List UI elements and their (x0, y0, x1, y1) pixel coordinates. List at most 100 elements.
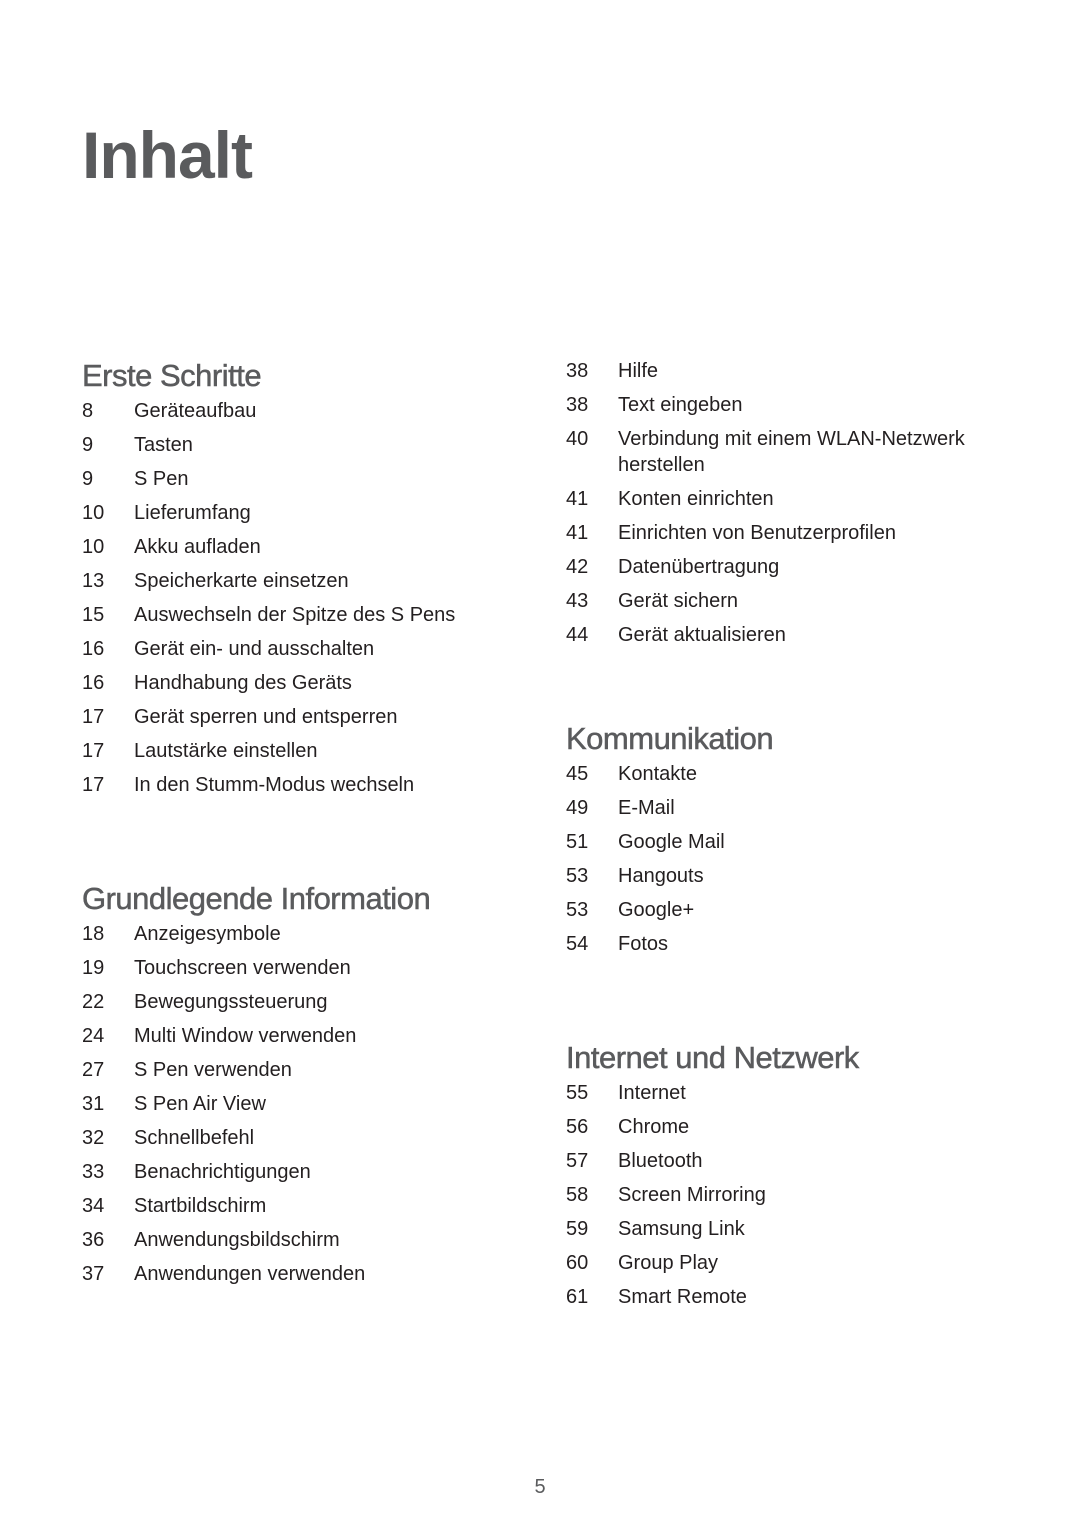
toc-entry-label[interactable]: Hilfe (618, 358, 978, 384)
toc-entry[interactable]: 45 Kontakte (566, 761, 1006, 787)
toc-entry[interactable]: 31 S Pen Air View (82, 1091, 522, 1117)
toc-entry-label[interactable]: Smart Remote (618, 1284, 978, 1310)
toc-entry[interactable]: 34 Startbildschirm (82, 1193, 522, 1219)
toc-entry-label[interactable]: S Pen (134, 466, 494, 492)
toc-entry-label[interactable]: S Pen verwenden (134, 1057, 494, 1083)
toc-entry[interactable]: 60 Group Play (566, 1250, 1006, 1276)
toc-entry-label[interactable]: Handhabung des Geräts (134, 670, 494, 696)
toc-entry-label[interactable]: Schnellbefehl (134, 1125, 494, 1151)
toc-entry[interactable]: 53 Hangouts (566, 863, 1006, 889)
toc-entry-label[interactable]: Multi Window verwenden (134, 1023, 494, 1049)
toc-entry[interactable]: 32 Schnellbefehl (82, 1125, 522, 1151)
toc-entry-label[interactable]: Geräteaufbau (134, 398, 494, 424)
toc-entry-label[interactable]: Auswechseln der Spitze des S Pens (134, 602, 494, 628)
toc-entry-label[interactable]: Gerät ein- und ausschalten (134, 636, 494, 662)
toc-entry-label[interactable]: Bluetooth (618, 1148, 978, 1174)
toc-entry[interactable]: 15 Auswechseln der Spitze des S Pens (82, 602, 522, 628)
toc-entry-label[interactable]: Internet (618, 1080, 978, 1106)
toc-entry-label[interactable]: Group Play (618, 1250, 978, 1276)
toc-page-number: 8 (82, 400, 94, 422)
toc-entry[interactable]: 58 Screen Mirroring (566, 1182, 1006, 1208)
toc-entry-label[interactable]: Touchscreen verwenden (134, 955, 494, 981)
toc-entry[interactable]: 42 Datenübertragung (566, 554, 1006, 580)
toc-entry-label[interactable]: Lieferumfang (134, 500, 494, 526)
toc-entry[interactable]: 40 Verbindung mit einem WLAN-Netzwerk her… (566, 426, 1006, 478)
toc-entry-label[interactable]: Anwendungsbildschirm (134, 1227, 494, 1253)
toc-entry-label[interactable]: S Pen Air View (134, 1091, 494, 1117)
toc-entry[interactable]: 13 Speicherkarte einsetzen (82, 568, 522, 594)
toc-entry-label[interactable]: Text eingeben (618, 392, 978, 418)
toc-page-number: 51 (566, 831, 589, 853)
toc-entry[interactable]: 17 Gerät sperren und entsperren (82, 704, 522, 730)
toc-entry-label[interactable]: Google+ (618, 897, 978, 923)
toc-entry[interactable]: 33 Benachrichtigungen (82, 1159, 522, 1185)
toc-entry[interactable]: 16 Handhabung des Geräts (82, 670, 522, 696)
toc-entry-label[interactable]: Datenübertragung (618, 554, 978, 580)
toc-entry[interactable]: 24 Multi Window verwenden (82, 1023, 522, 1049)
toc-entry[interactable]: 51 Google Mail (566, 829, 1006, 855)
toc-entry[interactable]: 16 Gerät ein- und ausschalten (82, 636, 522, 662)
toc-entry-label[interactable]: Anwendungen verwenden (134, 1261, 494, 1287)
toc-entry-label[interactable]: Anzeigesymbole (134, 921, 494, 947)
toc-entry[interactable]: 38 Hilfe (566, 358, 1006, 384)
toc-entry[interactable]: 22 Bewegungssteuerung (82, 989, 522, 1015)
toc-entry[interactable]: 9 Tasten (82, 432, 522, 458)
toc-entry[interactable]: 37 Anwendungen verwenden (82, 1261, 522, 1287)
toc-page-number: 55 (566, 1082, 589, 1104)
toc-entry-label[interactable]: Google Mail (618, 829, 978, 855)
toc-entry-label[interactable]: Konten einrichten (618, 486, 978, 512)
toc-entry[interactable]: 38 Text eingeben (566, 392, 1006, 418)
toc-entry-label[interactable]: Gerät sichern (618, 588, 978, 614)
toc-list: 8 Geräteaufbau 9 Tasten 9 S Pen 10 Lieferumf… (82, 398, 522, 798)
toc-entry[interactable]: 19 Touchscreen verwenden (82, 955, 522, 981)
toc-entry-label[interactable]: Hangouts (618, 863, 978, 889)
toc-entry-label[interactable]: Kontakte (618, 761, 978, 787)
toc-entry[interactable]: 55 Internet (566, 1080, 1006, 1106)
toc-entry-label[interactable]: Benachrichtigungen (134, 1159, 494, 1185)
toc-entry[interactable]: 43 Gerät sichern (566, 588, 1006, 614)
toc-entry-label[interactable]: E-Mail (618, 795, 978, 821)
toc-page-number: 24 (82, 1025, 105, 1047)
toc-entry[interactable]: 49 E-Mail (566, 795, 1006, 821)
toc-entry-label[interactable]: Chrome (618, 1114, 978, 1140)
toc-entry-label[interactable]: Fotos (618, 931, 978, 957)
toc-entry[interactable]: 10 Lieferumfang (82, 500, 522, 526)
toc-entry-label[interactable]: Speicherkarte einsetzen (134, 568, 494, 594)
toc-page-number: 42 (566, 556, 589, 578)
toc-entry-label[interactable]: Akku aufladen (134, 534, 494, 560)
toc-list: 38 Hilfe 38 Text eingeben 40 Verbindung mit… (566, 358, 1006, 648)
toc-entry-label[interactable]: Startbildschirm (134, 1193, 494, 1219)
toc-entry[interactable]: 9 S Pen (82, 466, 522, 492)
toc-entry[interactable]: 53 Google+ (566, 897, 1006, 923)
toc-entry-label[interactable]: Tasten (134, 432, 494, 458)
toc-entry[interactable]: 36 Anwendungsbildschirm (82, 1227, 522, 1253)
toc-entry-label[interactable]: Lautstärke einstellen (134, 738, 494, 764)
toc-entry-label[interactable]: Screen Mirroring (618, 1182, 978, 1208)
toc-entry[interactable]: 56 Chrome (566, 1114, 1006, 1140)
toc-entry[interactable]: 41 Konten einrichten (566, 486, 1006, 512)
toc-entry-label[interactable]: Verbindung mit einem WLAN-Netzwerk herst… (618, 426, 978, 478)
toc-entry[interactable]: 59 Samsung Link (566, 1216, 1006, 1242)
toc-entry[interactable]: 41 Einrichten von Benutzerprofilen (566, 520, 1006, 546)
toc-entry[interactable]: 8 Geräteaufbau (82, 398, 522, 424)
toc-entry[interactable]: 17 In den Stumm-Modus wechseln (82, 772, 522, 798)
toc-entry-label[interactable]: Gerät sperren und entsperren (134, 704, 494, 730)
toc-entry-label[interactable]: Samsung Link (618, 1216, 978, 1242)
toc-entry-label[interactable]: Bewegungssteuerung (134, 989, 494, 1015)
toc-entry[interactable]: 17 Lautstärke einstellen (82, 738, 522, 764)
toc-page-number: 32 (82, 1127, 105, 1149)
toc-entry[interactable]: 44 Gerät aktualisieren (566, 622, 1006, 648)
toc-entry[interactable]: 27 S Pen verwenden (82, 1057, 522, 1083)
toc-page-number: 53 (566, 899, 589, 921)
toc-entry[interactable]: 57 Bluetooth (566, 1148, 1006, 1174)
toc-page-number: 16 (82, 638, 105, 660)
toc-entry[interactable]: 54 Fotos (566, 931, 1006, 957)
toc-entry-label[interactable]: In den Stumm-Modus wechseln (134, 772, 494, 798)
toc-entry-label[interactable]: Einrichten von Benutzerprofilen (618, 520, 978, 546)
toc-page-number: 19 (82, 957, 105, 979)
toc-entry-label[interactable]: Gerät aktualisieren (618, 622, 978, 648)
toc-entry[interactable]: 61 Smart Remote (566, 1284, 1006, 1310)
toc-entry[interactable]: 10 Akku aufladen (82, 534, 522, 560)
toc-page-number: 36 (82, 1229, 105, 1251)
toc-entry[interactable]: 18 Anzeigesymbole (82, 921, 522, 947)
